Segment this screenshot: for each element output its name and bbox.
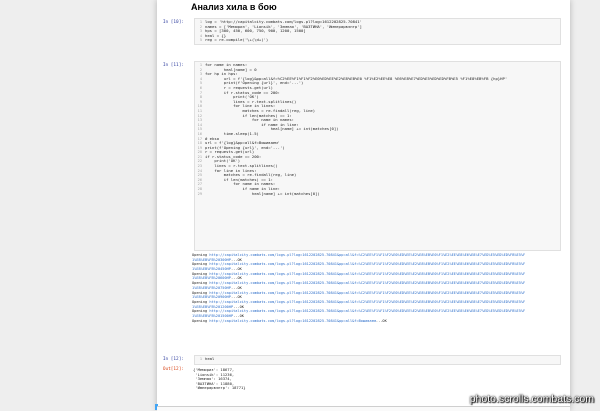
output-text: Opening (192, 281, 210, 286)
output-text: Opening (192, 262, 210, 267)
watermark-text: photo.scrolls.combats.com (469, 393, 594, 405)
output-url-link[interactable]: 1%E8%EB%FB%201500HP (192, 314, 233, 318)
input-prompt: In [10]: (162, 20, 184, 25)
output-text: Opening (192, 318, 210, 323)
output-url-link[interactable]: http://capitalcity.combats.com/logs.pl?l… (209, 253, 525, 257)
cell-output-result: {'Мемориз': 18677, 'Lionsik': 11236, 'Зе… (193, 367, 563, 391)
line-number: 1 (199, 357, 202, 361)
output-text: Opening (192, 290, 210, 295)
input-prompt: In [12]: (162, 357, 184, 362)
output-line: Opening http://capitalcity.combats.com/l… (192, 319, 562, 324)
output-url-link[interactable]: 1%E8%EB%FB%20300HP (192, 258, 231, 262)
output-text: ...OK (230, 267, 242, 272)
output-url-link[interactable]: http://capitalcity.combats.com/logs.pl?l… (209, 309, 525, 313)
code-text: heal[name] += int(matches[0]) (205, 190, 320, 196)
result-line: 'Имперарвэнтр': 18771} (193, 385, 246, 391)
next-code-cell[interactable] (157, 406, 570, 411)
output-text: ...OK (230, 257, 242, 262)
output-url-link[interactable]: http://capitalcity.combats.com/logs.pl?l… (209, 291, 525, 295)
output-text: ...OK (230, 295, 242, 300)
output-text: Opening (192, 271, 210, 276)
output-text: ...OK (233, 304, 244, 309)
output-text: ...OK (230, 285, 242, 290)
code-line: 29 heal[name] += int(matches[0]) (195, 190, 560, 197)
output-text: Opening (192, 253, 210, 257)
code-cell-input[interactable]: 1 for name in names: 2 heal[name] = 0 3 for … (194, 61, 561, 251)
code-cell-input[interactable]: 1 log = 'http://capitalcity.combats.com/l… (194, 18, 561, 45)
output-text: ...OK (230, 276, 242, 281)
code-text: heal (205, 356, 215, 361)
output-url-link[interactable]: 1%E8%EB%FB%201200HP (192, 305, 233, 309)
output-url-link[interactable]: http://capitalcity.combats.com/logs.pl?l… (209, 272, 525, 276)
output-url-link[interactable]: 1%E8%EB%FB%20900HP (192, 295, 231, 299)
cell-output-stream: Opening http://capitalcity.combats.com/l… (192, 253, 562, 323)
output-url-link[interactable]: http://capitalcity.combats.com/logs.pl?l… (209, 319, 376, 323)
line-number: 5 (199, 38, 202, 43)
code-line: 5 reg = re.compile('\+(\d+)') (195, 38, 560, 43)
output-url-link[interactable]: 1%E8%EB%FB%20450HP (192, 267, 231, 271)
output-url-link[interactable]: http://capitalcity.combats.com/logs.pl?l… (209, 262, 525, 266)
output-prompt: Out[12]: (162, 367, 184, 372)
output-text: Opening (192, 309, 210, 314)
output-url-link[interactable]: http://capitalcity.combats.com/logs.pl?l… (209, 300, 525, 304)
code-line: 1 heal (195, 356, 560, 362)
output-url-link[interactable]: http://capitalcity.combats.com/logs.pl?l… (209, 281, 525, 285)
section-heading: Анализ хила в бою (191, 2, 277, 12)
output-url-link[interactable]: 1%E8%EB%FB%20600HP (192, 276, 231, 280)
code-cell-input[interactable]: 1 heal (194, 355, 561, 365)
output-text: ...OK (375, 318, 387, 323)
code-text: reg = re.compile('\+(\d+)') (205, 37, 269, 43)
output-text: Opening (192, 299, 210, 304)
output-url-link[interactable]: 1%E8%EB%FB%20750HP (192, 286, 231, 290)
input-prompt: In [11]: (162, 63, 184, 68)
output-text: ...OK (233, 313, 244, 318)
line-number: 29 (197, 191, 202, 196)
